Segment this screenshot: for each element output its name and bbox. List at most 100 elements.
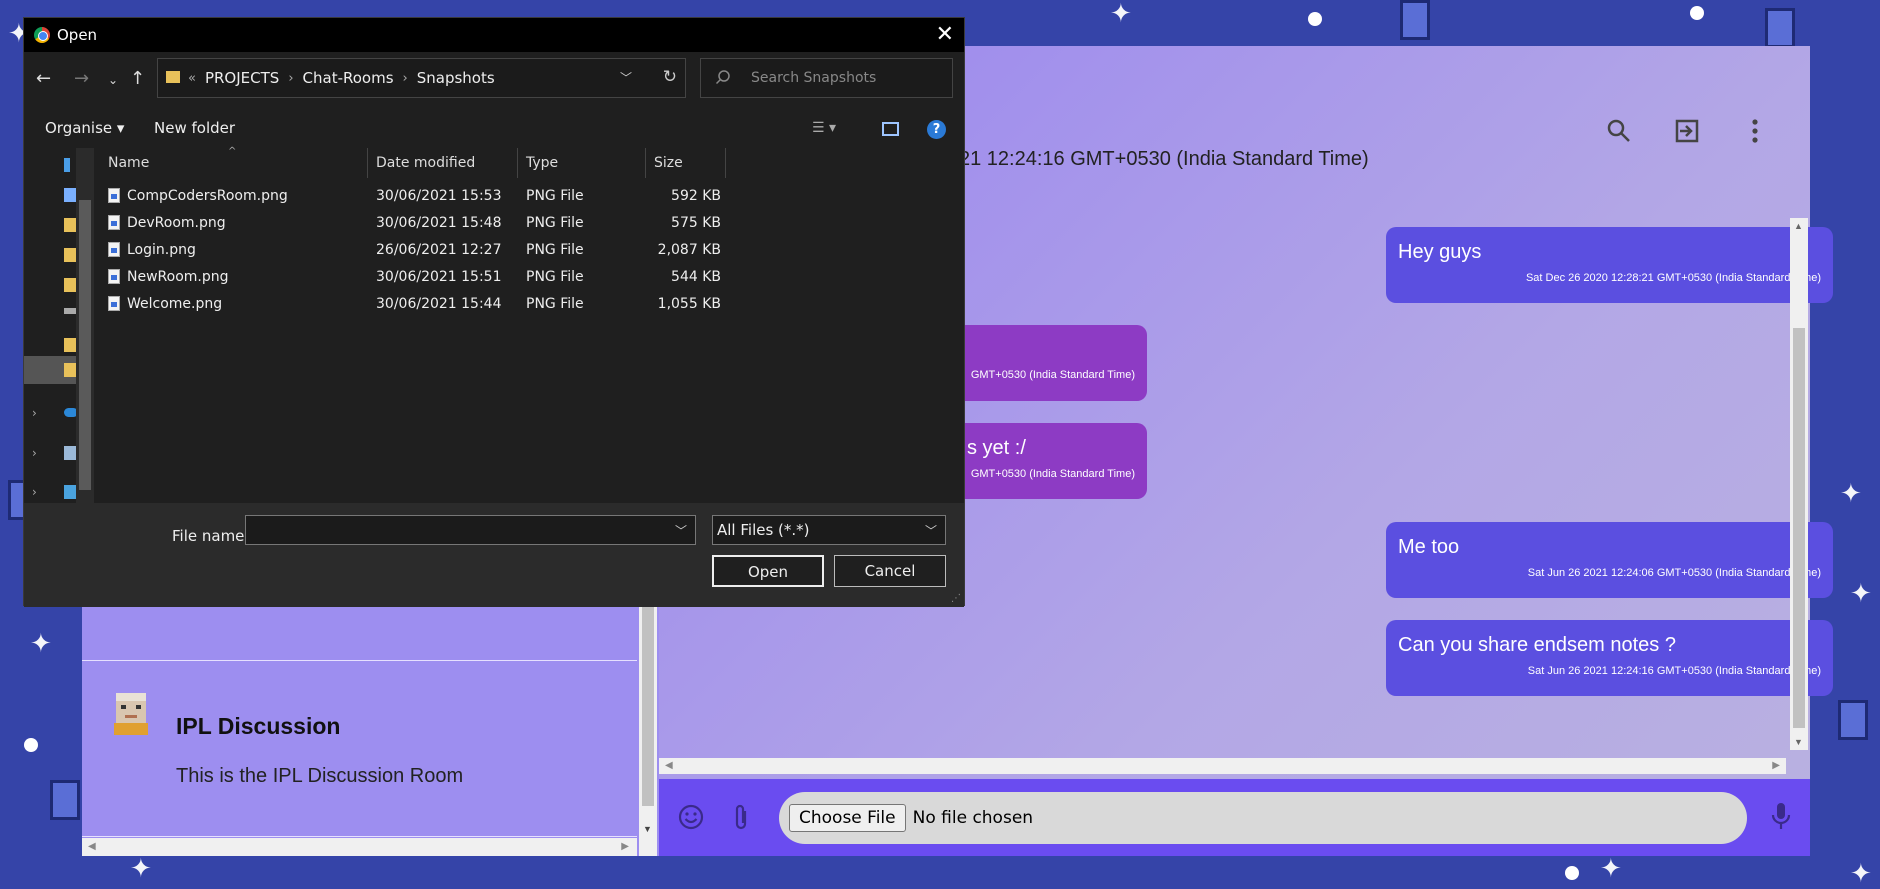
scroll-left-arrow[interactable]: ◀ [88, 841, 96, 852]
column-header-name[interactable]: Name [108, 148, 149, 178]
column-divider[interactable] [517, 148, 518, 178]
breadcrumb-overflow[interactable]: « [188, 71, 196, 86]
file-name-input[interactable]: ﹀ [245, 515, 696, 545]
folder-icon[interactable] [64, 188, 76, 202]
up-arrow-icon[interactable]: ↑ [130, 68, 145, 89]
network-icon[interactable] [64, 485, 76, 499]
folder-icon[interactable] [64, 218, 76, 232]
scroll-right-arrow[interactable]: ▶ [621, 841, 629, 852]
file-row[interactable]: NewRoom.png 30/06/2021 15:51 PNG File 54… [96, 265, 746, 291]
attachment-icon[interactable] [729, 803, 753, 838]
preview-pane-icon[interactable] [882, 122, 899, 136]
wallpaper-figure [1765, 8, 1795, 48]
microphone-icon[interactable] [1770, 801, 1792, 838]
room-description: This is the IPL Discussion Room [176, 765, 464, 787]
chevron-right-icon[interactable]: › [288, 71, 293, 86]
scroll-left-arrow[interactable]: ◀ [665, 760, 673, 771]
nav-pane-scrollbar[interactable] [76, 148, 94, 503]
message-text: Me too [1398, 536, 1460, 558]
close-icon[interactable]: ✕ [936, 22, 954, 47]
more-options-icon[interactable] [1740, 116, 1770, 146]
scroll-right-arrow[interactable]: ▶ [1772, 760, 1780, 771]
png-file-icon [108, 296, 120, 311]
file-row[interactable]: DevRoom.png 30/06/2021 15:48 PNG File 57… [96, 211, 746, 237]
new-folder-button[interactable]: New folder [154, 119, 235, 137]
breadcrumb-item[interactable]: Chat-Rooms [303, 69, 394, 87]
folder-icon[interactable] [64, 278, 76, 292]
file-size: 2,087 KB [657, 242, 721, 258]
emoji-icon[interactable] [677, 803, 705, 836]
chevron-right-icon[interactable]: › [32, 406, 37, 420]
file-row[interactable]: Login.png 26/06/2021 12:27 PNG File 2,08… [96, 238, 746, 264]
view-options-icon[interactable]: ☰ ▾ [812, 120, 836, 136]
wallpaper-star: ✦ [1850, 858, 1872, 888]
chat-horizontal-scrollbar[interactable]: ◀ ▶ [659, 758, 1786, 774]
room-item-ipl[interactable]: IPL Discussion This is the IPL Discussio… [82, 660, 637, 835]
column-divider[interactable] [725, 148, 726, 178]
file-type-filter[interactable]: All Files (*.*) ﹀ [712, 515, 946, 545]
refresh-icon[interactable]: ↻ [663, 67, 677, 87]
column-header-type[interactable]: Type [526, 148, 558, 178]
scroll-down-arrow[interactable]: ▼ [1794, 737, 1803, 747]
chrome-icon [34, 27, 50, 43]
scrollbar-thumb[interactable] [1793, 328, 1805, 728]
file-name: DevRoom.png [127, 215, 226, 231]
quick-access-icon[interactable] [64, 158, 70, 172]
file-type: PNG File [526, 242, 584, 258]
open-button[interactable]: Open [712, 555, 824, 587]
sidebar-vertical-scrollbar[interactable]: ▼ [639, 606, 657, 856]
file-size: 575 KB [671, 215, 721, 231]
search-icon [715, 69, 731, 89]
file-type: PNG File [526, 188, 584, 204]
column-divider[interactable] [367, 148, 368, 178]
drive-icon[interactable] [64, 308, 76, 314]
breadcrumb: « PROJECTS › Chat-Rooms › Snapshots [188, 69, 495, 87]
breadcrumb-item[interactable]: Snapshots [417, 69, 495, 87]
chat-vertical-scrollbar[interactable]: ▲ ▼ [1790, 218, 1808, 750]
folder-icon[interactable] [64, 338, 76, 352]
column-header-size[interactable]: Size [654, 148, 683, 178]
file-list: Name ^ Date modified Type Size CompCoder… [96, 146, 964, 503]
chevron-right-icon[interactable]: › [403, 71, 408, 86]
organise-menu[interactable]: Organise ▾ [45, 119, 124, 137]
wallpaper-dot [1308, 12, 1322, 26]
dialog-titlebar[interactable]: Open ✕ [24, 18, 964, 52]
chevron-right-icon[interactable]: › [32, 446, 37, 460]
choose-file-button[interactable]: Choose File [789, 804, 906, 832]
resize-grip-icon[interactable]: ⋰ [951, 593, 961, 604]
back-arrow-icon[interactable]: ← [36, 68, 51, 89]
file-row[interactable]: Welcome.png 30/06/2021 15:44 PNG File 1,… [96, 292, 746, 318]
address-bar[interactable]: « PROJECTS › Chat-Rooms › Snapshots ﹀ ↻ [157, 58, 686, 98]
scrollbar-thumb[interactable] [642, 606, 654, 806]
scrollbar-thumb[interactable] [79, 200, 91, 490]
this-pc-icon[interactable] [64, 446, 76, 460]
scroll-up-arrow[interactable]: ▲ [1794, 221, 1803, 231]
chevron-down-icon[interactable]: ﹀ [620, 69, 632, 86]
help-icon[interactable]: ? [927, 120, 946, 139]
folder-icon[interactable] [64, 363, 76, 377]
message-text: s yet :/ [967, 437, 1026, 459]
room-title: IPL Discussion [176, 713, 341, 739]
file-row[interactable]: CompCodersRoom.png 30/06/2021 15:53 PNG … [96, 184, 746, 210]
chevron-right-icon[interactable]: › [32, 485, 37, 499]
file-size: 1,055 KB [657, 296, 721, 312]
chevron-down-icon[interactable]: ﹀ [675, 522, 687, 539]
column-divider[interactable] [645, 148, 646, 178]
column-header-date[interactable]: Date modified [376, 148, 475, 178]
search-icon[interactable] [1604, 116, 1634, 146]
scroll-down-arrow[interactable]: ▼ [643, 824, 652, 834]
chevron-down-icon[interactable]: ﹀ [925, 522, 937, 539]
recent-locations-icon[interactable]: ⌄ [108, 73, 118, 87]
search-box[interactable]: Search Snapshots [700, 58, 953, 98]
folder-icon[interactable] [64, 248, 76, 262]
chat-header-actions [1604, 116, 1770, 146]
file-name: CompCodersRoom.png [127, 188, 288, 204]
forward-arrow-icon[interactable]: → [74, 68, 89, 89]
exit-room-icon[interactable] [1672, 116, 1702, 146]
breadcrumb-item[interactable]: PROJECTS [205, 69, 279, 87]
sidebar-horizontal-scrollbar[interactable]: ◀ ▶ [82, 838, 637, 856]
file-input[interactable]: Choose File No file chosen [779, 792, 1747, 844]
cancel-button[interactable]: Cancel [834, 555, 946, 587]
open-file-dialog: Open ✕ ← → ⌄ ↑ « PROJECTS › Chat-Rooms ›… [23, 17, 965, 607]
file-name-label: File name: [172, 527, 250, 545]
